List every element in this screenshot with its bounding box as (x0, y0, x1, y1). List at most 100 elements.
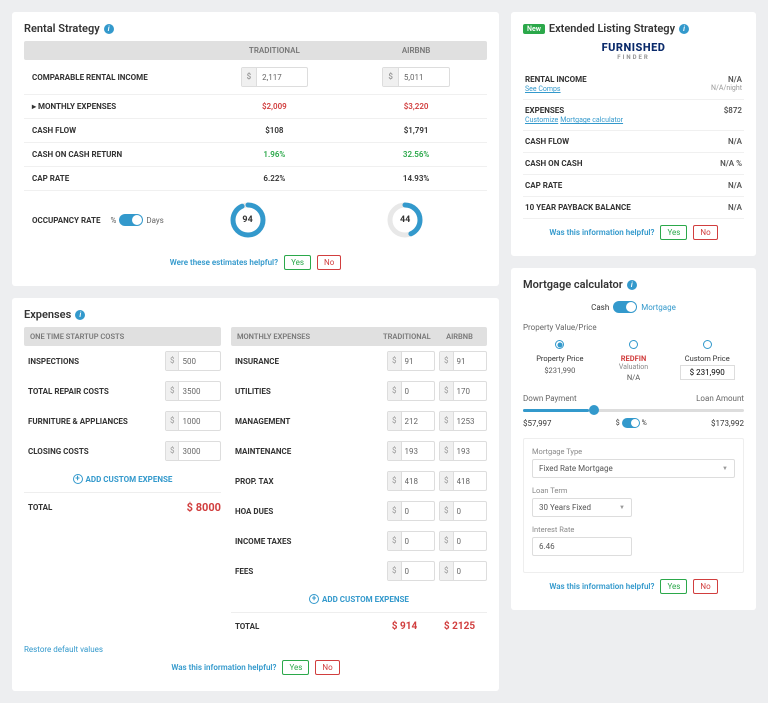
startup-total-label: TOTAL (24, 503, 187, 512)
ext-expenses-label: EXPENSES (525, 106, 623, 115)
utilities-label: UTILITIES (231, 387, 387, 396)
no-button[interactable]: No (317, 255, 341, 270)
fees-label: FEES (231, 567, 387, 576)
income-label: COMPARABLE RENTAL INCOME (24, 66, 203, 89)
yes-button[interactable]: Yes (660, 225, 687, 240)
interest-rate-label: Interest Rate (532, 525, 735, 534)
ext-payback-label: 10 YEAR PAYBACK BALANCE (525, 203, 631, 212)
helpful-info-text: Was this information helpful? (549, 582, 654, 591)
mortgage-calculator-card: Mortgage calculator i CashMortgage Prope… (511, 268, 756, 610)
inspections-input[interactable]: $ (165, 351, 221, 371)
info-icon[interactable]: i (75, 310, 85, 320)
proptax-airbnb-input[interactable]: $ (439, 471, 487, 491)
no-button[interactable]: No (693, 579, 717, 594)
no-button[interactable]: No (315, 660, 339, 675)
loan-amount-value: $173,992 (711, 419, 744, 428)
property-price-option[interactable]: Property Price$231,990 (523, 340, 597, 382)
ext-income-label: RENTAL INCOME (525, 75, 587, 84)
new-badge: New (523, 24, 545, 34)
management-trad-input[interactable]: $ (387, 411, 435, 431)
down-payment-slider[interactable] (523, 409, 744, 412)
mortgage-calc-link[interactable]: Mortgage calculator (560, 116, 623, 124)
yes-button[interactable]: Yes (660, 579, 687, 594)
loan-amount-label: Loan Amount (696, 394, 744, 403)
inspections-label: INSPECTIONS (24, 357, 165, 366)
helpful-estimates-text: Were these estimates helpful? (170, 258, 278, 267)
occupancy-label: OCCUPANCY RATE (32, 216, 100, 225)
cash-mortgage-toggle[interactable]: CashMortgage (523, 297, 744, 317)
startup-total-val: $ 8000 (187, 501, 221, 514)
see-comps-link[interactable]: See Comps (525, 85, 561, 93)
info-icon[interactable]: i (627, 280, 637, 290)
cap-label: CAP RATE (24, 167, 203, 190)
info-icon[interactable]: i (679, 24, 689, 34)
insurance-trad-input[interactable]: $ (387, 351, 435, 371)
yes-button[interactable]: Yes (282, 660, 309, 675)
furniture-input[interactable]: $ (165, 411, 221, 431)
property-value-label: Property Value/Price (523, 323, 744, 332)
down-payment-value: $57,997 (523, 419, 552, 428)
airbnb-occupancy-donut: 44 (331, 201, 479, 239)
extended-listing-card: New Extended Listing Strategy i FURNISHE… (511, 12, 756, 256)
mortgage-type-select[interactable]: Fixed Rate Mortgage▼ (532, 459, 735, 478)
repair-input[interactable]: $ (165, 381, 221, 401)
restore-defaults-link[interactable]: Restore default values (24, 637, 487, 654)
maintenance-airbnb-input[interactable]: $ (439, 441, 487, 461)
closing-input[interactable]: $ (165, 441, 221, 461)
add-monthly-expense-button[interactable]: +ADD CUSTOM EXPENSE (231, 586, 487, 612)
rental-strategy-title: Rental Strategy i (24, 22, 487, 35)
monthly-expenses-label[interactable]: ▸ MONTHLY EXPENSES (24, 95, 203, 118)
yes-button[interactable]: Yes (284, 255, 311, 270)
chevron-down-icon: ▼ (722, 465, 728, 472)
management-label: MANAGEMENT (231, 417, 387, 426)
airbnb-monthly-val: $3,220 (345, 95, 487, 118)
incometax-trad-input[interactable]: $ (387, 531, 435, 551)
dp-unit-toggle[interactable]: $% (616, 418, 647, 428)
closing-label: CLOSING COSTS (24, 447, 165, 456)
furnished-finder-logo: FURNISHEDFINDER (523, 41, 744, 61)
no-button[interactable]: No (693, 225, 717, 240)
airbnb-cashflow-val: $1,791 (345, 119, 487, 142)
interest-rate-input[interactable]: 6.46 (532, 537, 632, 556)
maintenance-trad-input[interactable]: $ (387, 441, 435, 461)
helpful-info-text: Was this information helpful? (549, 228, 654, 237)
custom-price-option[interactable]: Custom Price (670, 340, 744, 382)
furniture-label: FURNITURE & APPLIANCES (24, 417, 165, 426)
info-icon[interactable]: i (104, 24, 114, 34)
insurance-airbnb-input[interactable]: $ (439, 351, 487, 371)
down-payment-label: Down Payment (523, 394, 577, 403)
strategy-column-header: TRADITIONAL AIRBNB (24, 41, 487, 60)
chevron-down-icon: ▼ (619, 504, 625, 511)
fees-airbnb-input[interactable]: $ (439, 561, 487, 581)
maintenance-label: MAINTENANCE (231, 447, 387, 456)
custom-price-input[interactable] (680, 365, 735, 380)
fees-trad-input[interactable]: $ (387, 561, 435, 581)
loan-term-select[interactable]: 30 Years Fixed▼ (532, 498, 632, 517)
trad-income-input[interactable]: $ (241, 67, 309, 87)
hoa-trad-input[interactable]: $ (387, 501, 435, 521)
coc-label: CASH ON CASH RETURN (24, 143, 203, 166)
occupancy-toggle[interactable]: %Days (110, 214, 163, 226)
redfin-option[interactable]: REDFINValuationN/A (597, 340, 671, 382)
trad-cap-val: 6.22% (203, 167, 345, 190)
insurance-label: INSURANCE (231, 357, 387, 366)
mortgage-type-label: Mortgage Type (532, 447, 735, 456)
incometax-airbnb-input[interactable]: $ (439, 531, 487, 551)
monthly-total-label: TOTAL (231, 622, 377, 631)
airbnb-income-input[interactable]: $ (382, 67, 450, 87)
management-airbnb-input[interactable]: $ (439, 411, 487, 431)
utilities-trad-input[interactable]: $ (387, 381, 435, 401)
hoa-airbnb-input[interactable]: $ (439, 501, 487, 521)
ext-cashflow-label: CASH FLOW (525, 137, 569, 146)
trad-occupancy-donut: 94 (174, 201, 322, 239)
trad-cashflow-val: $108 (203, 119, 345, 142)
hoa-label: HOA DUES (231, 507, 387, 516)
proptax-trad-input[interactable]: $ (387, 471, 435, 491)
loan-term-label: Loan Term (532, 486, 735, 495)
utilities-airbnb-input[interactable]: $ (439, 381, 487, 401)
extended-title: New Extended Listing Strategy i (523, 22, 744, 35)
airbnb-cap-val: 14.93% (345, 167, 487, 190)
mortgage-title: Mortgage calculator i (523, 278, 744, 291)
customize-link[interactable]: Customize (525, 116, 558, 124)
add-startup-expense-button[interactable]: +ADD CUSTOM EXPENSE (24, 466, 221, 492)
